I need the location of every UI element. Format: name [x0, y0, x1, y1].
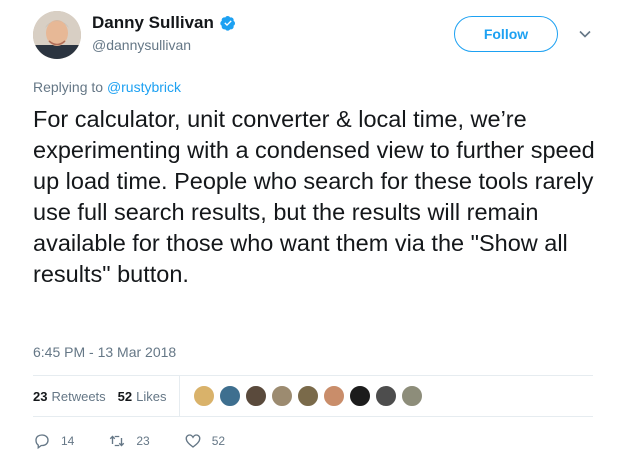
reply-button[interactable]: 14: [33, 432, 74, 450]
retweets-count: 23: [33, 388, 48, 404]
likes-stat[interactable]: 52 Likes: [118, 389, 167, 404]
retweets-stat[interactable]: 23 Retweets: [33, 389, 106, 404]
liker-avatar[interactable]: [243, 384, 268, 408]
replying-prefix: Replying to: [33, 79, 104, 95]
liker-avatar[interactable]: [269, 384, 294, 408]
tweet-stats: 23 Retweets 52 Likes: [33, 376, 426, 416]
retweet-count: 23: [136, 434, 150, 448]
liker-avatar[interactable]: [321, 384, 346, 408]
retweets-label: Retweets: [51, 388, 106, 404]
verified-badge-icon: [220, 16, 235, 31]
stats-separator: [178, 376, 180, 416]
reply-icon: [35, 434, 49, 450]
liker-avatars: [191, 384, 426, 408]
like-button[interactable]: 52: [184, 432, 225, 450]
tweet-actions: 14 23 52: [33, 432, 259, 450]
liker-avatar[interactable]: [373, 384, 398, 408]
heart-icon: [185, 434, 201, 448]
user-name-row[interactable]: Danny Sullivan: [92, 13, 236, 33]
liker-avatar[interactable]: [217, 384, 242, 408]
follow-button[interactable]: Follow: [454, 16, 558, 52]
avatar[interactable]: [33, 11, 81, 59]
replying-to: Replying to @rustybrick: [33, 79, 181, 95]
liker-avatar[interactable]: [347, 384, 372, 408]
user-name[interactable]: Danny Sullivan: [92, 13, 214, 33]
divider-bottom: [33, 416, 593, 417]
chevron-down-icon[interactable]: [578, 27, 592, 41]
profile-photo: [33, 11, 81, 59]
likes-label: Likes: [136, 388, 167, 404]
liker-avatar[interactable]: [295, 384, 320, 408]
retweet-button[interactable]: 23: [108, 432, 150, 450]
tweet-text: For calculator, unit converter & local t…: [33, 106, 595, 287]
liker-avatar[interactable]: [399, 384, 424, 408]
liker-avatar[interactable]: [191, 384, 216, 408]
reply-count: 14: [61, 434, 75, 448]
tweet-timestamp[interactable]: 6:45 PM - 13 Mar 2018: [33, 344, 176, 360]
reply-target-link[interactable]: @rustybrick: [107, 79, 181, 95]
likes-count: 52: [117, 388, 133, 404]
user-handle[interactable]: @dannysullivan: [92, 37, 191, 53]
like-count: 52: [211, 434, 226, 448]
retweet-icon: [110, 435, 125, 447]
